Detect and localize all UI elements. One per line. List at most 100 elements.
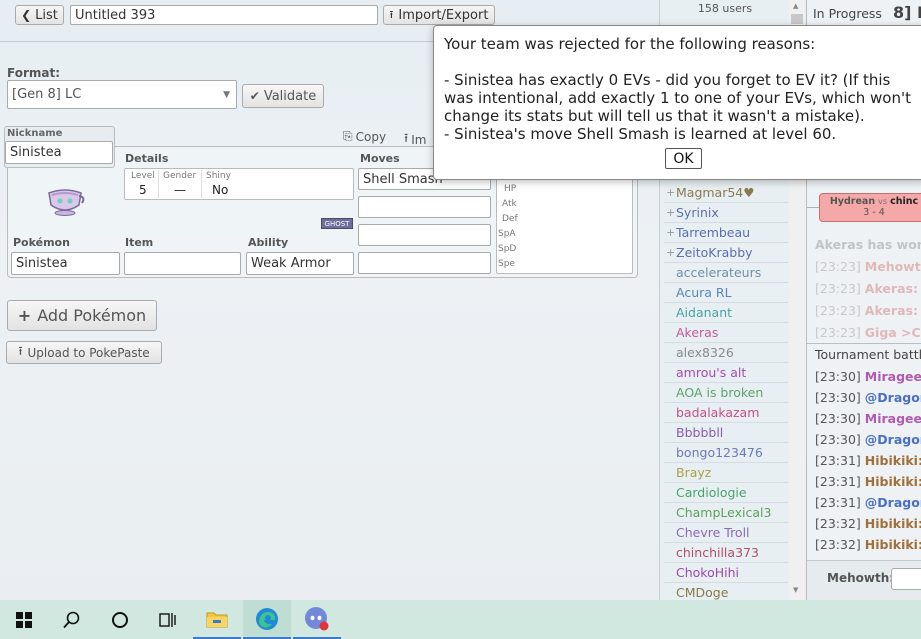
chat-username[interactable]: Hibikiki: xyxy=(865,453,921,468)
chat-timestamp: [23:23] xyxy=(815,280,861,296)
userlist-item[interactable]: Aidanant xyxy=(664,303,788,323)
dialog-line-4: was intentional, add exactly 1 to one of… xyxy=(444,89,911,107)
stat-hp-label: HP xyxy=(504,184,517,194)
userlist-item[interactable]: + Magmar54 ♥ xyxy=(664,183,788,203)
scroll-thumb[interactable] xyxy=(791,14,803,24)
move-4-input[interactable] xyxy=(358,252,491,274)
battle-player2: chinc xyxy=(890,196,919,207)
userlist-item[interactable]: Brayz xyxy=(664,463,788,483)
room-title-fragment: 8] L xyxy=(893,3,921,22)
chat-timestamp: [23:32] xyxy=(815,515,861,531)
battle-player1: Hydrean xyxy=(829,196,876,207)
chevron-left-icon: ❮ xyxy=(21,8,32,22)
userlist-item[interactable]: ChampLexical3 xyxy=(664,503,788,523)
moves-label: Moves xyxy=(360,152,400,165)
user-count: 158 users xyxy=(697,2,753,15)
cortana-icon[interactable] xyxy=(96,600,144,639)
gender-label: Gender xyxy=(163,171,197,181)
chat-timestamp: [23:31] xyxy=(815,473,861,489)
tour-battle-card[interactable]: Hydrean vs chinc 3 - 4 xyxy=(819,193,921,222)
stats-box[interactable] xyxy=(496,176,633,274)
scroll-down-icon[interactable]: ▼ xyxy=(793,586,798,594)
userlist-item[interactable]: Cardiologie xyxy=(664,483,788,503)
item-input[interactable] xyxy=(124,252,241,275)
stat-spd-label: SpD xyxy=(498,244,517,254)
stat-spe-label: Spe xyxy=(498,259,515,269)
userlist-item[interactable]: accelerateurs xyxy=(664,263,788,283)
stat-spa-label: SpA xyxy=(498,229,516,239)
chat-username[interactable]: Mirageeu xyxy=(865,411,921,426)
ability-input[interactable]: Weak Armor xyxy=(246,252,354,275)
userlist-item[interactable]: ChokoHihi xyxy=(664,563,788,583)
upload-pokepaste-button[interactable]: ⭱ Upload to PokePaste xyxy=(6,341,162,364)
discord-icon[interactable] xyxy=(293,600,341,639)
username: Cardiologie xyxy=(676,485,747,500)
validate-button[interactable]: ✔ Validate xyxy=(242,84,324,108)
list-button[interactable]: ❮ List xyxy=(15,5,64,25)
username: Akeras xyxy=(676,325,719,340)
userlist-item[interactable]: + ZeitoKrabby xyxy=(664,243,788,263)
chat-message: [23:30] @Dragon xyxy=(815,387,921,407)
userlist-item[interactable]: + Tarrembeau xyxy=(664,223,788,243)
nickname-input[interactable]: Sinistea xyxy=(5,141,113,164)
chat-username[interactable]: Mirageeu xyxy=(865,369,921,384)
stat-atk-label: Atk xyxy=(502,199,517,209)
chat-line-old: [23:23]Mehowth xyxy=(815,256,921,276)
chat-username[interactable]: Hibikiki: xyxy=(865,537,921,552)
item-label: Item xyxy=(125,236,154,249)
chat-message: [23:32] Hibikiki: xyxy=(815,534,921,554)
chat-message: [23:32] Hibikiki: xyxy=(815,513,921,533)
format-label: Format: xyxy=(7,66,61,80)
move-3-input[interactable] xyxy=(358,224,491,246)
userlist-item[interactable]: Bbbbbll xyxy=(664,423,788,443)
chat-username[interactable]: @Dragon xyxy=(865,390,921,405)
chat-line-old: [23:23]Akeras: Ca xyxy=(815,300,921,320)
username: Bbbbbll xyxy=(676,425,724,440)
species-input[interactable]: Sinistea xyxy=(11,252,120,275)
userlist-item[interactable]: Acura RL xyxy=(664,283,788,303)
format-select[interactable]: [Gen 8] LC ▼ xyxy=(7,80,237,109)
windows-start-icon[interactable] xyxy=(0,600,48,639)
username: ZeitoKrabby xyxy=(676,245,753,260)
userlist-item[interactable]: chinchilla373 xyxy=(664,543,788,563)
userlist-item[interactable]: bongo123476 xyxy=(664,443,788,463)
chat-username[interactable]: Hibikiki: xyxy=(865,516,921,531)
import-set-button[interactable]: ⭱ Im xyxy=(404,129,426,150)
edge-browser-icon[interactable] xyxy=(243,600,291,639)
search-icon[interactable] xyxy=(48,600,96,639)
copy-button[interactable]: ⎘ Copy xyxy=(343,129,386,144)
userlist-item[interactable]: alex8326 xyxy=(664,343,788,363)
add-pokemon-button[interactable]: + Add Pokémon xyxy=(7,300,157,331)
chat-text: Akeras: A xyxy=(864,280,921,296)
team-name-input[interactable]: Untitled 393 xyxy=(70,5,378,25)
ok-button[interactable]: OK xyxy=(665,148,702,169)
chat-text: Akeras: Ca xyxy=(864,302,921,318)
chat-username[interactable]: @Dragon xyxy=(865,432,921,447)
userlist-item[interactable]: Chevre Troll xyxy=(664,523,788,543)
chat-timestamp: [23:30] xyxy=(815,389,861,405)
battle-score: 3 - 4 xyxy=(863,207,885,218)
file-explorer-icon[interactable] xyxy=(193,600,241,639)
userlist-item[interactable]: amrou's alt xyxy=(664,363,788,383)
level-value: 5 xyxy=(139,183,147,197)
scroll-up-icon[interactable]: ▲ xyxy=(793,2,798,10)
userlist-item[interactable]: AOA is broken xyxy=(664,383,788,403)
chat-timestamp: [23:30] xyxy=(815,368,861,384)
chat-message: [23:30] @Dragon xyxy=(815,429,921,449)
windows-taskbar xyxy=(0,600,921,639)
chat-username[interactable]: Hibikiki: xyxy=(865,474,921,489)
username: Chevre Troll xyxy=(676,525,750,540)
upload-icon: ⭱ xyxy=(389,7,394,21)
chat-username[interactable]: @Dragon xyxy=(865,495,921,510)
chat-line-old: Akeras has won t xyxy=(815,234,921,254)
import-export-button[interactable]: ⭱ Import/Export xyxy=(383,5,495,25)
userlist-item[interactable]: + Syrinix xyxy=(664,203,788,223)
userlist-item[interactable]: badalakazam xyxy=(664,403,788,423)
task-view-icon[interactable] xyxy=(144,600,192,639)
username: Syrinix xyxy=(676,205,719,220)
move-2-input[interactable] xyxy=(358,196,491,218)
chat-input[interactable] xyxy=(891,568,921,590)
userlist-item[interactable]: Akeras xyxy=(664,323,788,343)
nickname-label: Nickname xyxy=(7,128,63,139)
level-label: Level xyxy=(131,171,155,181)
